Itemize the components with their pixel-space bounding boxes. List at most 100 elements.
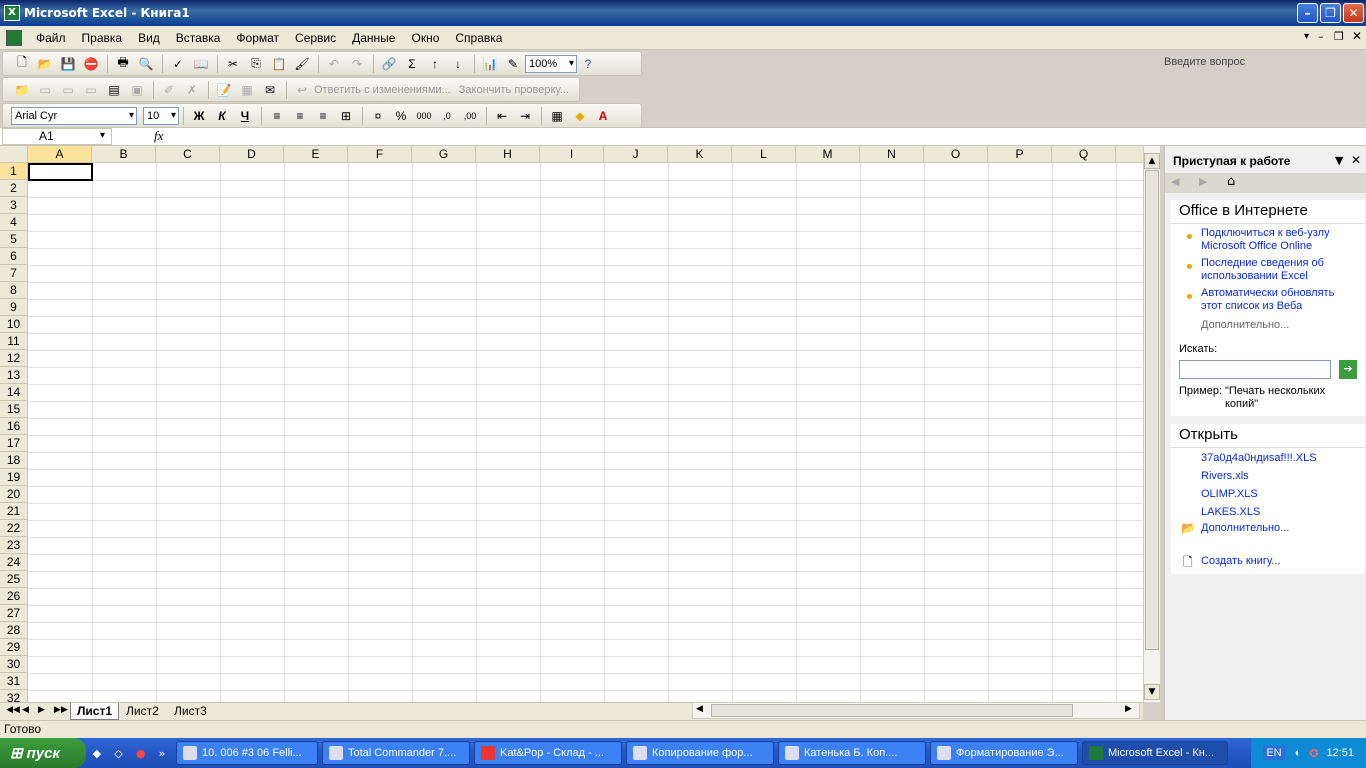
redo-icon[interactable]: ↷ [346, 54, 368, 74]
row-header[interactable]: 13 [0, 367, 28, 384]
chart-wizard-icon[interactable]: 📊 [479, 54, 501, 74]
scroll-left-icon[interactable]: ◀ [696, 704, 703, 714]
col-header[interactable]: P [988, 146, 1052, 163]
comment-next-icon[interactable]: ▭ [80, 80, 102, 100]
drawing-icon[interactable]: ✎ [502, 54, 524, 74]
zoom-combo[interactable]: 100% [525, 54, 577, 73]
open-more-link[interactable]: Дополнительно... [1201, 522, 1351, 535]
next-sheet-icon[interactable]: ▶ [38, 705, 45, 715]
increase-indent-icon[interactable]: ⇥ [514, 106, 536, 126]
excel-doc-icon[interactable] [6, 29, 22, 46]
recent-file[interactable]: LAKES.XLS [1201, 506, 1351, 519]
language-indicator[interactable]: EN [1263, 746, 1285, 760]
row-header[interactable]: 26 [0, 588, 28, 605]
reply-with-changes[interactable]: Ответить с изменениями... [314, 84, 451, 96]
col-header[interactable]: J [604, 146, 668, 163]
print-preview-icon[interactable]: 🔍 [135, 54, 157, 74]
font-combo[interactable]: Arial Cyr [11, 106, 137, 125]
ink-icon[interactable]: ✐ [158, 80, 180, 100]
minimize-button[interactable]: – [1297, 3, 1318, 23]
align-left-icon[interactable]: ≡ [266, 106, 288, 126]
menu-format[interactable]: Формат [236, 31, 279, 45]
delete-comment-icon[interactable]: ▣ [126, 80, 148, 100]
ask-dropdown-icon[interactable]: ▾ [1304, 31, 1309, 42]
row-header[interactable]: 21 [0, 503, 28, 520]
doc-minimize-button[interactable]: – [1318, 30, 1324, 43]
task-button[interactable]: Kat&Pop - Склад - ... [474, 741, 622, 765]
home-icon[interactable]: ⌂ [1227, 174, 1235, 189]
row-header[interactable]: 18 [0, 452, 28, 469]
namebox-dropdown-icon[interactable]: ▾ [100, 130, 105, 141]
restore-button[interactable]: ❐ [1320, 3, 1341, 23]
scroll-right-icon[interactable]: ▶ [1125, 704, 1132, 714]
name-box[interactable]: A1 [2, 128, 112, 145]
cut-icon[interactable]: ✂ [222, 54, 244, 74]
research-icon[interactable]: 📖 [190, 54, 212, 74]
undo-icon[interactable]: ↶ [323, 54, 345, 74]
doc-restore-button[interactable]: ❐ [1334, 30, 1344, 43]
italic-button[interactable]: К [211, 106, 233, 126]
recent-file[interactable]: Rivers.xls [1201, 470, 1351, 483]
row-header[interactable]: 9 [0, 299, 28, 316]
underline-button[interactable]: Ч [234, 106, 256, 126]
end-review[interactable]: Закончить проверку... [459, 84, 569, 96]
recent-file[interactable]: OLIMP.XLS [1201, 488, 1351, 501]
close-button[interactable]: ✕ [1343, 3, 1364, 23]
col-header[interactable]: L [732, 146, 796, 163]
row-header[interactable]: 27 [0, 605, 28, 622]
decrease-decimal-icon[interactable]: ,00 [459, 106, 481, 126]
tray-icon[interactable]: ✪ [1309, 747, 1318, 760]
more-link[interactable]: Дополнительно... [1201, 319, 1351, 332]
menu-window[interactable]: Окно [411, 31, 439, 45]
quick-launch-icon[interactable]: ◇ [114, 747, 122, 760]
row-header[interactable]: 28 [0, 622, 28, 639]
show-comments-icon[interactable]: ▤ [103, 80, 125, 100]
align-right-icon[interactable]: ≡ [312, 106, 334, 126]
opera-icon[interactable]: ● [136, 747, 146, 760]
row-header[interactable]: 20 [0, 486, 28, 503]
row-header[interactable]: 5 [0, 231, 28, 248]
row-header[interactable]: 1 [0, 163, 28, 180]
task-button[interactable]: 10. 006 #3 06 Felli... [176, 741, 318, 765]
vertical-scrollbar[interactable]: ▲ ▼ [1143, 146, 1160, 702]
currency-icon[interactable]: ¤ [367, 106, 389, 126]
row-header[interactable]: 4 [0, 214, 28, 231]
scroll-up-icon[interactable]: ▲ [1144, 153, 1160, 169]
row-header[interactable]: 10 [0, 316, 28, 333]
ink-eraser-icon[interactable]: ✗ [181, 80, 203, 100]
row-header[interactable]: 3 [0, 197, 28, 214]
tray-icon[interactable]: ◐ [1295, 747, 1302, 759]
col-header[interactable]: K [668, 146, 732, 163]
menu-data[interactable]: Данные [352, 31, 395, 45]
reply-icon[interactable]: ↩ [291, 80, 313, 100]
increase-decimal-icon[interactable]: ,0 [436, 106, 458, 126]
autosum-icon[interactable]: Σ [401, 54, 423, 74]
active-cell[interactable] [28, 163, 93, 181]
spelling-icon[interactable]: ✓ [167, 54, 189, 74]
row-header[interactable]: 15 [0, 401, 28, 418]
row-header[interactable]: 22 [0, 520, 28, 537]
col-header[interactable]: B [92, 146, 156, 163]
col-header[interactable]: Q [1052, 146, 1116, 163]
taskpane-dropdown-icon[interactable]: ▼ [1335, 154, 1343, 167]
row-header[interactable]: 32 [0, 690, 28, 702]
row-header[interactable]: 29 [0, 639, 28, 656]
menu-edit[interactable]: Правка [82, 31, 123, 45]
row-header[interactable]: 11 [0, 333, 28, 350]
recent-file[interactable]: 37a0д4a0ндиsaf!!!.XLS [1201, 452, 1351, 465]
col-header[interactable]: A [28, 146, 92, 163]
search-input[interactable] [1179, 360, 1331, 379]
start-button[interactable]: ⊞ пуск [0, 738, 86, 768]
col-header[interactable]: C [156, 146, 220, 163]
row-header[interactable]: 17 [0, 435, 28, 452]
row-header[interactable]: 8 [0, 282, 28, 299]
decrease-indent-icon[interactable]: ⇤ [491, 106, 513, 126]
row-header[interactable]: 31 [0, 673, 28, 690]
row-header[interactable]: 23 [0, 537, 28, 554]
save-icon[interactable]: 💾 [57, 54, 79, 74]
menu-insert[interactable]: Вставка [176, 31, 221, 45]
reviewing-icon[interactable]: ▦ [236, 80, 258, 100]
formula-bar[interactable] [0, 127, 1366, 146]
menu-file[interactable]: Файл [36, 31, 66, 45]
worksheet-grid[interactable]: A B C D E F G H I J K L M N O P Q 1 2 3 … [0, 146, 1146, 702]
